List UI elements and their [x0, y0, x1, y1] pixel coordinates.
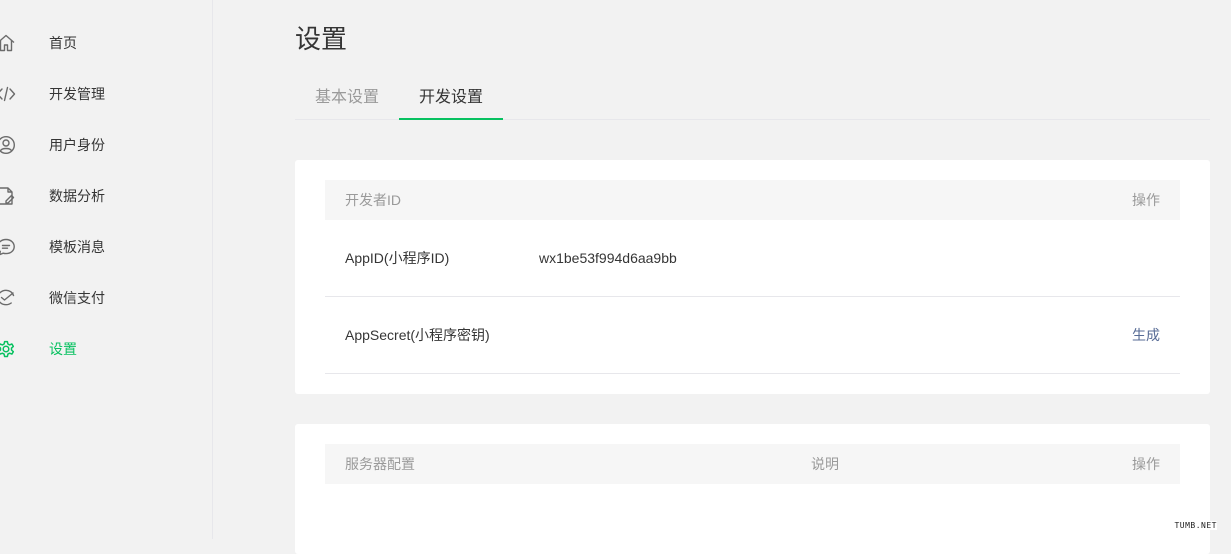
page-title: 设置: [295, 24, 348, 54]
tab-basic-settings[interactable]: 基本设置: [295, 76, 399, 120]
table-header: 服务器配置 说明 操作: [325, 444, 1180, 484]
sidebar-item-label: 用户身份: [49, 137, 105, 153]
gear-icon: [0, 339, 16, 359]
watermark: TUMB.NET: [1174, 521, 1217, 530]
user-icon: [0, 135, 16, 155]
header-action: 操作: [1132, 456, 1160, 472]
sidebar-item-wechat-pay[interactable]: 微信支付: [0, 286, 120, 310]
settings-tabs: 基本设置 开发设置: [295, 76, 1210, 120]
header-action: 操作: [1132, 192, 1160, 208]
sidebar-item-user-identity[interactable]: 用户身份: [0, 133, 120, 157]
sidebar-item-home[interactable]: 首页: [0, 31, 120, 55]
table-row-appid: AppID(小程序ID) wx1be53f994d6aa9bb: [325, 220, 1180, 297]
developer-id-card: 开发者ID 操作 AppID(小程序ID) wx1be53f994d6aa9bb…: [295, 160, 1210, 394]
appid-value: wx1be53f994d6aa9bb: [539, 250, 677, 266]
tab-dev-settings[interactable]: 开发设置: [399, 76, 503, 120]
sidebar-item-settings[interactable]: 设置: [0, 337, 120, 361]
code-icon: [0, 84, 16, 104]
header-developer-id: 开发者ID: [345, 192, 401, 208]
appsecret-label: AppSecret(小程序密钥): [345, 327, 490, 343]
sidebar-item-data-analysis[interactable]: 数据分析: [0, 184, 120, 208]
table-header: 开发者ID 操作: [325, 180, 1180, 220]
sidebar: 首页 开发管理 用户身份 数据分析 模板消息 微信支付 设置: [0, 0, 213, 539]
generate-secret-link[interactable]: 生成: [1132, 326, 1160, 344]
header-description: 说明: [811, 456, 839, 472]
sidebar-item-template-message[interactable]: 模板消息: [0, 235, 120, 259]
sidebar-item-dev-management[interactable]: 开发管理: [0, 82, 120, 106]
home-icon: [0, 33, 16, 53]
document-chart-icon: [0, 186, 16, 206]
sidebar-item-label: 数据分析: [49, 188, 105, 204]
sidebar-item-label: 设置: [49, 341, 77, 357]
server-config-card: 服务器配置 说明 操作: [295, 424, 1210, 554]
payment-icon: [0, 288, 16, 308]
table-row-appsecret: AppSecret(小程序密钥) 生成: [325, 297, 1180, 374]
sidebar-item-label: 首页: [49, 35, 77, 51]
message-icon: [0, 237, 16, 257]
sidebar-item-label: 开发管理: [49, 86, 105, 102]
sidebar-item-label: 模板消息: [49, 239, 105, 255]
header-server-config: 服务器配置: [345, 456, 415, 472]
appid-label: AppID(小程序ID): [345, 250, 450, 266]
sidebar-item-label: 微信支付: [49, 290, 105, 306]
